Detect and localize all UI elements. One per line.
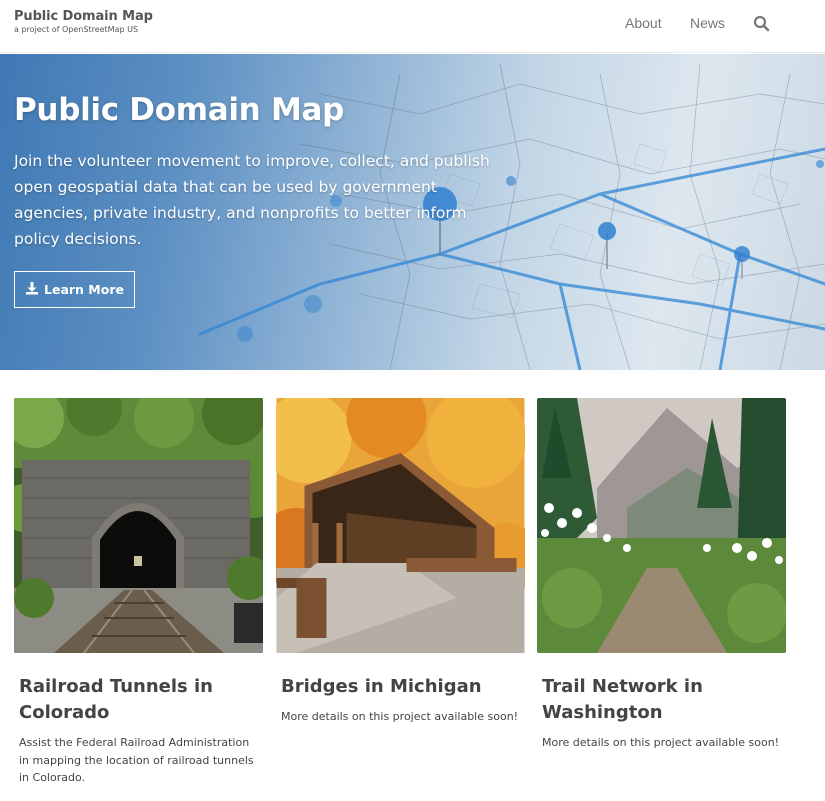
nav-link-about[interactable]: About (625, 15, 662, 31)
hero-banner: Public Domain Map Join the volunteer mov… (0, 54, 825, 370)
covered-bridge-image[interactable] (276, 398, 525, 653)
navbar: Public Domain Map a project of OpenStree… (0, 0, 825, 53)
search-icon[interactable] (753, 15, 771, 33)
project-card-bridges[interactable]: Bridges in Michigan More details on this… (276, 398, 525, 723)
hero-title: Public Domain Map (14, 92, 344, 128)
project-card-trail-network[interactable]: Trail Network in Washington More details… (537, 398, 786, 749)
card-title[interactable]: Trail Network in Washington (542, 674, 782, 726)
learn-more-button[interactable]: Learn More (14, 271, 135, 308)
card-description: Assist the Federal Railroad Administrati… (19, 736, 254, 784)
card-title[interactable]: Bridges in Michigan (281, 674, 521, 700)
brand-title[interactable]: Public Domain Map (14, 9, 153, 24)
railroad-tunnel-image[interactable] (14, 398, 263, 653)
project-card-railroad-tunnels[interactable]: Railroad Tunnels in Colorado Assist the … (14, 398, 263, 784)
card-title[interactable]: Railroad Tunnels in Colorado (19, 674, 259, 726)
mountain-trail-image[interactable] (537, 398, 786, 653)
download-icon (25, 281, 39, 298)
nav-link-news[interactable]: News (690, 15, 725, 31)
card-description: More details on this project available s… (281, 710, 519, 723)
card-description: More details on this project available s… (542, 736, 780, 749)
brand-subtitle: a project of OpenStreetMap US (14, 25, 139, 34)
brand[interactable]: Public Domain Map a project of OpenStree… (14, 9, 153, 34)
learn-more-label: Learn More (44, 282, 124, 297)
hero-description: Join the volunteer movement to improve, … (14, 152, 490, 248)
